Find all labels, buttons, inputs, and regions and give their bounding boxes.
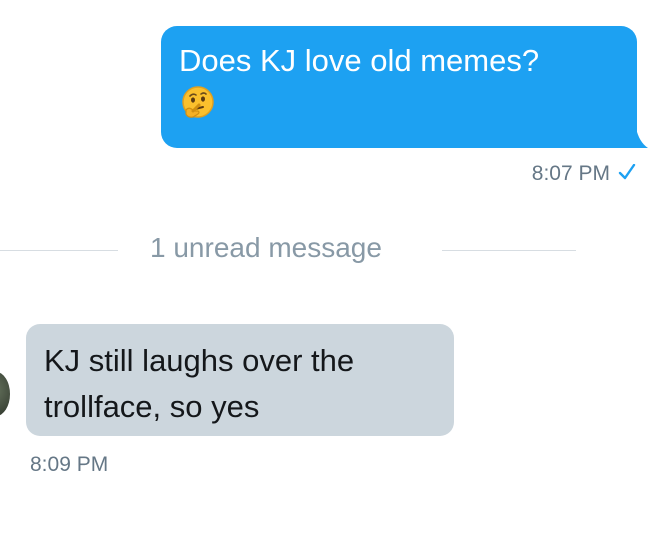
incoming-message-bubble[interactable]: KJ still laughs over the trollface, so y… bbox=[26, 324, 454, 436]
outgoing-message-time: 8:07 PM bbox=[531, 162, 610, 185]
unread-divider-line-right bbox=[442, 250, 576, 251]
incoming-message-text: KJ still laughs over the trollface, so y… bbox=[44, 343, 355, 424]
outgoing-message-meta: 8:07 PM bbox=[532, 162, 636, 186]
unread-divider-line-left bbox=[0, 250, 118, 251]
outgoing-bubble-tail bbox=[636, 128, 648, 148]
outgoing-message-bubble[interactable]: Does KJ love old memes? bbox=[161, 26, 637, 148]
incoming-message-time: 8:09 PM bbox=[30, 453, 109, 476]
unread-divider-label: 1 unread message bbox=[150, 232, 382, 263]
thinking-face-emoji-icon bbox=[179, 84, 217, 131]
outgoing-message-text: Does KJ love old memes? bbox=[179, 43, 540, 78]
avatar[interactable] bbox=[0, 372, 10, 416]
checkmark-icon bbox=[618, 162, 636, 186]
